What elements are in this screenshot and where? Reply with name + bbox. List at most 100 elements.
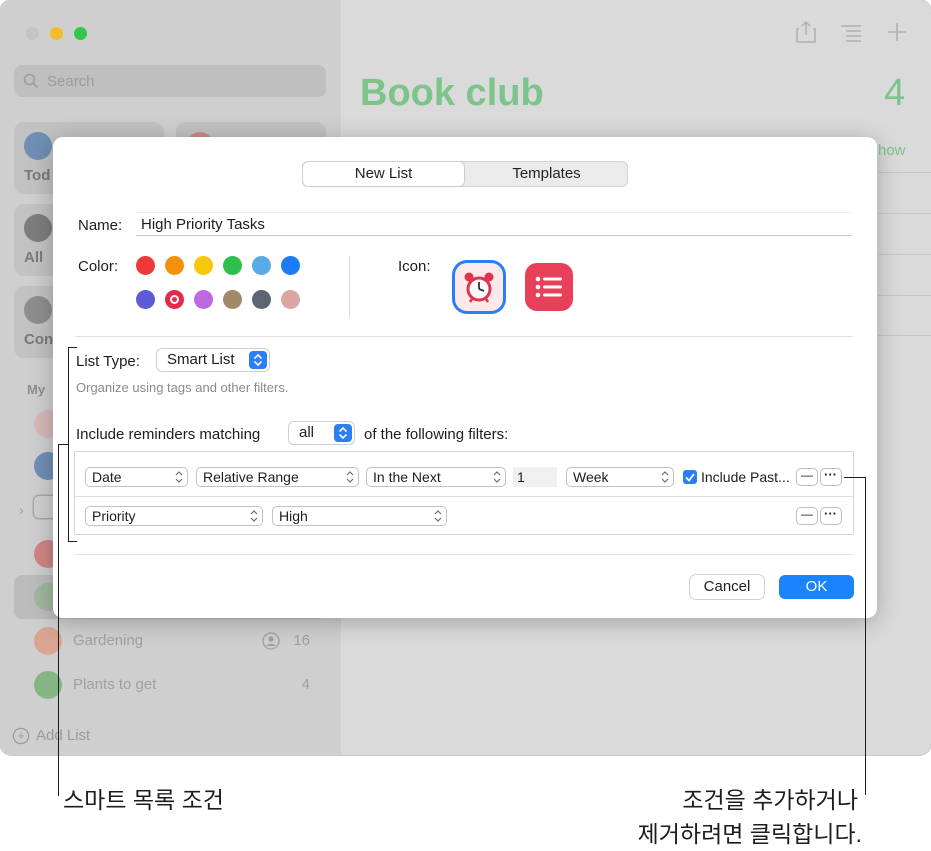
calendar-icon bbox=[24, 132, 52, 160]
match-value: all bbox=[299, 424, 315, 441]
color-swatch[interactable] bbox=[165, 290, 184, 309]
sidebar-item-label: Plants to get bbox=[73, 676, 157, 693]
today-tile-label: Tod bbox=[24, 167, 51, 184]
list-type-popup[interactable]: Smart List bbox=[157, 349, 269, 371]
filter-mode-popup[interactable]: Relative Range bbox=[197, 468, 358, 486]
new-list-dialog: New List Templates Name: High Priority T… bbox=[53, 137, 877, 618]
filter-value-value: High bbox=[279, 508, 308, 524]
alarm-clock-icon bbox=[464, 272, 494, 303]
filter-range-popup[interactable]: In the Next bbox=[367, 468, 505, 486]
completed-tile-label: Con bbox=[24, 331, 54, 348]
color-swatch[interactable] bbox=[281, 256, 300, 275]
sidebar-item-gardening[interactable]: Gardening 16 bbox=[14, 619, 326, 663]
chevron-updown-icon bbox=[250, 510, 258, 522]
bulleted-list-icon-option[interactable] bbox=[525, 263, 573, 311]
cancel-button[interactable]: Cancel bbox=[690, 575, 764, 599]
list-type-hint: Organize using tags and other filters. bbox=[76, 380, 289, 395]
bracket-line bbox=[68, 347, 77, 348]
list-count: 4 bbox=[884, 72, 906, 114]
search-placeholder: Search bbox=[47, 73, 95, 90]
ellipsis-icon: ··· bbox=[824, 506, 837, 521]
chevron-updown-icon bbox=[175, 471, 183, 483]
filter-mode-value: Relative Range bbox=[203, 469, 299, 485]
filter-field-popup[interactable]: Date bbox=[86, 468, 187, 486]
filter-field-popup[interactable]: Priority bbox=[86, 507, 262, 525]
minimize-window-button[interactable] bbox=[50, 27, 63, 40]
show-completed-link[interactable]: how bbox=[878, 142, 906, 159]
chevron-updown-icon bbox=[661, 471, 669, 483]
filter-field-value: Priority bbox=[92, 508, 136, 524]
callout-add-remove-line1: 조건을 추가하거나 bbox=[682, 787, 858, 813]
sidebar-search-field[interactable]: Search bbox=[14, 65, 326, 97]
name-field[interactable]: High Priority Tasks bbox=[136, 212, 852, 236]
share-icon[interactable] bbox=[795, 20, 817, 44]
filter-value-popup[interactable]: High bbox=[273, 507, 446, 525]
color-swatch[interactable] bbox=[223, 290, 242, 309]
chevron-right-icon[interactable]: › bbox=[19, 502, 24, 518]
divider bbox=[878, 254, 931, 255]
add-reminder-icon[interactable] bbox=[887, 22, 907, 42]
divider bbox=[878, 295, 931, 296]
my-lists-header: My bbox=[27, 382, 46, 397]
include-prefix-label: Include reminders matching bbox=[76, 426, 261, 443]
search-icon bbox=[23, 73, 39, 89]
divider bbox=[878, 172, 931, 173]
color-swatch[interactable] bbox=[136, 256, 155, 275]
zoom-window-button[interactable] bbox=[74, 27, 87, 40]
list-type-label: List Type: bbox=[76, 353, 140, 370]
color-swatch[interactable] bbox=[281, 290, 300, 309]
remove-rule-button[interactable]: — bbox=[797, 507, 817, 524]
add-list-button[interactable]: + Add List bbox=[14, 727, 90, 744]
tray-icon bbox=[24, 214, 52, 242]
sidebar-item-plants[interactable]: Plants to get 4 bbox=[14, 663, 326, 707]
include-past-checkbox[interactable] bbox=[683, 470, 697, 484]
divider bbox=[878, 335, 931, 336]
minus-icon: — bbox=[801, 507, 813, 521]
callout-line bbox=[58, 444, 59, 796]
list-title: Book club bbox=[360, 72, 544, 114]
name-label: Name: bbox=[78, 217, 123, 234]
minus-icon: — bbox=[801, 468, 813, 482]
plus-circle-icon: + bbox=[14, 729, 28, 743]
color-swatch[interactable] bbox=[223, 256, 242, 275]
filter-unit-value: Week bbox=[573, 469, 609, 485]
sidebar-item-count: 16 bbox=[293, 632, 310, 649]
include-suffix-label: of the following filters: bbox=[364, 426, 509, 443]
add-list-label: Add List bbox=[36, 727, 91, 744]
list-view-icon[interactable] bbox=[840, 24, 862, 42]
filter-range-value: In the Next bbox=[373, 469, 441, 485]
alarm-clock-icon-option[interactable] bbox=[455, 263, 503, 311]
color-swatch[interactable] bbox=[136, 290, 155, 309]
color-label: Color: bbox=[78, 258, 119, 275]
color-swatch[interactable] bbox=[252, 256, 271, 275]
filter-unit-popup[interactable]: Week bbox=[567, 468, 673, 486]
tab-templates[interactable]: Templates bbox=[466, 162, 627, 186]
include-past-label: Include Past... bbox=[701, 469, 790, 485]
callout-smart-list-conditions: 스마트 목록 조건 bbox=[63, 787, 224, 813]
segmented-control: New List Templates bbox=[302, 161, 628, 187]
shared-person-icon bbox=[262, 632, 280, 650]
more-rule-options-button[interactable]: ··· bbox=[821, 506, 841, 524]
callout-line bbox=[865, 477, 866, 795]
chevron-updown-icon bbox=[334, 424, 352, 442]
rule-divider bbox=[75, 496, 853, 497]
ok-button[interactable]: OK bbox=[779, 575, 854, 599]
chevron-updown-icon bbox=[434, 510, 442, 522]
tab-new-list[interactable]: New List bbox=[303, 162, 464, 186]
filter-amount-field[interactable]: 1 bbox=[513, 467, 557, 487]
color-swatch[interactable] bbox=[165, 256, 184, 275]
color-swatch[interactable] bbox=[252, 290, 271, 309]
chevron-updown-icon bbox=[249, 351, 267, 369]
section-divider bbox=[75, 554, 853, 555]
section-divider bbox=[75, 336, 853, 337]
more-rule-options-button[interactable]: ··· bbox=[821, 467, 841, 485]
checkmark-icon bbox=[685, 473, 695, 482]
checkmark-icon bbox=[24, 296, 52, 324]
match-popup[interactable]: all bbox=[289, 422, 354, 444]
color-swatch[interactable] bbox=[194, 290, 213, 309]
sidebar-item-count: 4 bbox=[301, 676, 310, 693]
color-swatch[interactable] bbox=[194, 256, 213, 275]
remove-rule-button[interactable]: — bbox=[797, 468, 817, 485]
filter-field-value: Date bbox=[92, 469, 122, 485]
close-window-button[interactable] bbox=[26, 27, 39, 40]
